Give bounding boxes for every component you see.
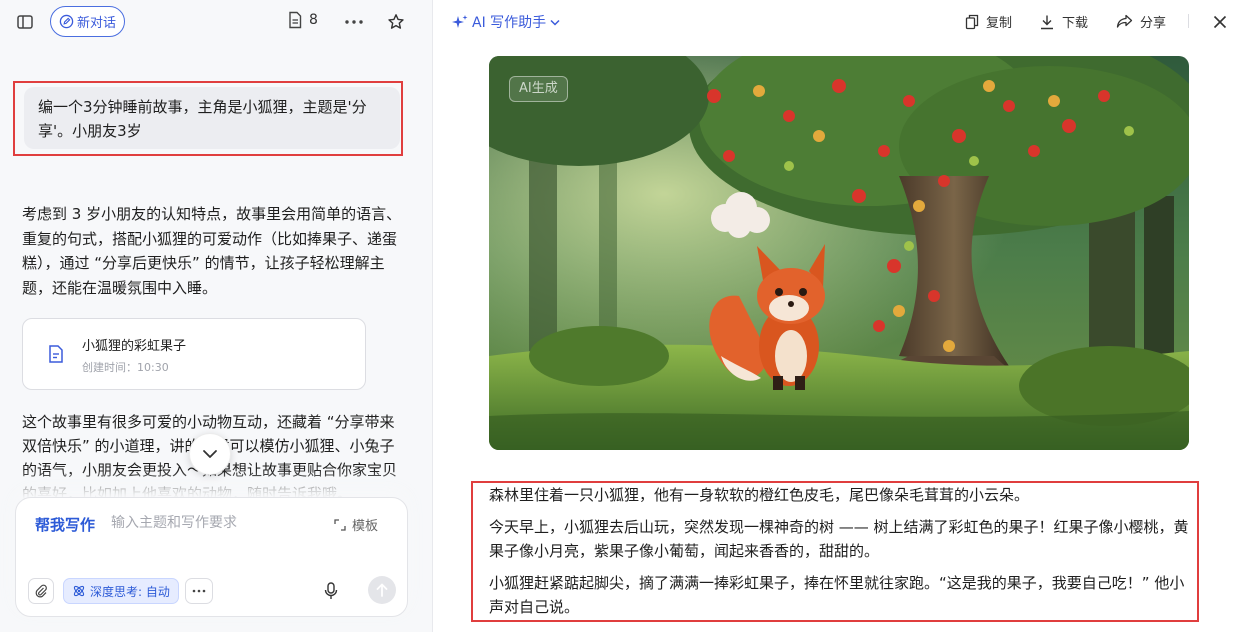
voice-input-button[interactable]: [318, 578, 344, 604]
copy-button[interactable]: 复制: [965, 12, 1012, 31]
divider: [1188, 14, 1189, 28]
sidebar-toggle-icon[interactable]: [14, 11, 36, 33]
share-icon: [1116, 14, 1133, 28]
fade-overlay: [0, 470, 432, 500]
user-message: 编一个3分钟睡前故事，主角是小狐狸，主题是'分享'。小朋友3岁: [24, 87, 400, 149]
ai-assistant-dropdown[interactable]: AI 写作助手: [452, 12, 560, 32]
assistant-label: AI 写作助手: [472, 15, 547, 31]
composer: 帮我写作 模板 深度思考: 自动: [15, 497, 408, 617]
story-paragraph: 森林里住着一只小狐狸，他有一身软软的橙红色皮毛，尾巴像朵毛茸茸的小云朵。: [489, 486, 1030, 504]
document-card[interactable]: 小狐狸的彩虹果子 创建时间：10:30: [22, 318, 366, 390]
document-icon: [289, 11, 302, 29]
send-button[interactable]: [368, 576, 396, 604]
writing-mode-label[interactable]: 帮我写作: [35, 514, 95, 535]
story-text: 森林里住着一只小狐狸，他有一身软软的橙红色皮毛，尾巴像朵毛茸茸的小云朵。 今天早…: [489, 483, 1189, 627]
story-illustration: [489, 56, 1189, 450]
download-label: 下载: [1062, 16, 1089, 31]
ellipsis-icon: [192, 589, 206, 593]
copy-icon: [965, 14, 979, 29]
arrow-up-icon: [376, 583, 388, 597]
atom-icon: [73, 585, 85, 597]
fox-under-tree-image: [489, 56, 1189, 450]
chevron-down-icon: [550, 19, 560, 26]
paperclip-icon: [35, 584, 47, 598]
deep-think-toggle[interactable]: 深度思考: 自动: [63, 578, 179, 604]
template-button[interactable]: 模板: [334, 515, 378, 534]
document-panel: AI 写作助手 复制 下载 分享 AI生成 森林里住着一只小狐狸，他有一身软软的…: [433, 0, 1235, 632]
new-chat-button[interactable]: 新对话: [50, 6, 125, 37]
share-label: 分享: [1140, 16, 1167, 31]
document-edit-icon: [49, 345, 63, 363]
close-icon[interactable]: [1209, 11, 1231, 33]
new-chat-label: 新对话: [76, 16, 116, 31]
scroll-down-button[interactable]: [189, 433, 231, 475]
document-card-title: 小狐狸的彩虹果子: [82, 339, 187, 354]
microphone-icon: [324, 582, 338, 599]
favorite-star-icon[interactable]: [385, 11, 407, 33]
story-paragraph: 今天早上，小狐狸去后山玩，突然发现一棵神奇的树 —— 树上结满了彩虹色的果子！红…: [489, 518, 1189, 560]
document-count: 8: [309, 12, 318, 28]
sparkle-icon: [452, 15, 468, 28]
document-card-created: 创建时间：10:30: [82, 361, 169, 374]
chat-panel: 新对话 8 编一个3分钟睡前故事，主角是小狐狸，主题是'分享'。小朋友3岁 考虑…: [0, 0, 433, 632]
new-chat-icon: [59, 14, 74, 29]
answer-intro: 考虑到 3 岁小朋友的认知特点，故事里会用简单的语言、重复的句式，搭配小狐狸的可…: [22, 205, 402, 297]
copy-label: 复制: [986, 16, 1013, 31]
chevron-down-icon: [203, 450, 217, 458]
download-button[interactable]: 下载: [1039, 12, 1088, 31]
template-label: 模板: [352, 519, 379, 534]
download-icon: [1041, 15, 1053, 29]
more-options-icon[interactable]: [342, 11, 366, 33]
attach-button[interactable]: [28, 578, 54, 604]
share-button[interactable]: 分享: [1116, 12, 1166, 31]
prompt-input[interactable]: [111, 511, 321, 535]
composer-more-button[interactable]: [185, 578, 213, 604]
ai-generated-badge: AI生成: [509, 76, 568, 102]
story-paragraph: 小狐狸赶紧踮起脚尖，摘了满满一捧彩虹果子，捧在怀里就往家跑。“这是我的果子，我要…: [489, 574, 1185, 616]
deep-think-label: 深度思考: 自动: [90, 584, 170, 599]
documents-button[interactable]: 8: [287, 11, 318, 29]
expand-icon: [334, 518, 346, 531]
